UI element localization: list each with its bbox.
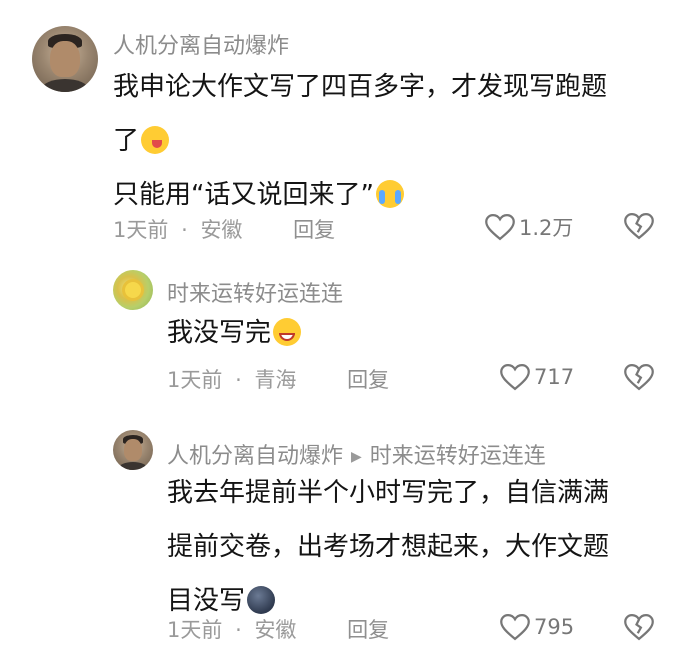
meta-separator: · xyxy=(235,368,242,392)
reply-comment-item: 人机分离自动爆炸 ▶ 时来运转好运连连 我去年提前半个小时写完了，自信满满 提前交卷… xyxy=(0,410,690,651)
heart-outline-icon xyxy=(500,363,530,391)
comment-location: 安徽 xyxy=(254,618,297,642)
comment-text-line: 我申论大作文写了四百多字，才发现写跑题 xyxy=(113,72,608,102)
triangle-right-icon: ▶ xyxy=(351,449,362,465)
wink-tongue-emoji xyxy=(141,126,170,154)
dark-moon-emoji xyxy=(247,586,276,614)
heart-outline-icon xyxy=(500,613,530,641)
reply-button[interactable]: 回复 xyxy=(347,618,389,642)
comment-text: 我没写完 xyxy=(167,306,667,360)
comment-item: 人机分离自动爆炸 我申论大作文写了四百多字，才发现写跑题 了 只能用“话又说回来… xyxy=(0,0,690,250)
comment-text-line: 我去年提前半个小时写完了，自信满满 xyxy=(167,478,610,508)
comment-text-fragment: 了 xyxy=(113,126,140,156)
like-button[interactable]: 795 xyxy=(500,613,574,641)
like-count: 717 xyxy=(534,365,575,389)
meta-separator: · xyxy=(181,218,188,242)
comment-location: 青海 xyxy=(254,368,297,392)
broken-heart-icon xyxy=(624,363,654,391)
comment-text-line: 我没写完 xyxy=(167,306,667,360)
comment-text-fragment: 只能用“话又说回来了” xyxy=(113,180,374,210)
comment-text: 我申论大作文写了四百多字，才发现写跑题 了 只能用“话又说回来了” xyxy=(113,60,673,222)
comment-meta: 1天前 · 青海 回复 xyxy=(167,364,389,394)
comment-text-line: 提前交卷，出考场才想起来，大作文题 xyxy=(167,532,610,562)
meta-separator: · xyxy=(235,618,242,642)
dislike-button[interactable] xyxy=(624,212,654,244)
broken-heart-icon xyxy=(624,212,654,240)
dislike-button[interactable] xyxy=(624,613,654,645)
avatar[interactable] xyxy=(32,26,98,92)
like-button[interactable]: 1.2万 xyxy=(485,212,573,242)
crying-emoji xyxy=(375,180,404,208)
like-count: 1.2万 xyxy=(519,216,574,240)
heart-outline-icon xyxy=(485,213,515,241)
comment-meta: 1天前 · 安徽 回复 xyxy=(167,614,389,644)
comment-time: 1天前 xyxy=(167,618,223,642)
reply-button[interactable]: 回复 xyxy=(347,368,389,392)
comment-text-line: 了 xyxy=(113,114,673,168)
comment-username[interactable]: 时来运转好运连连 xyxy=(167,276,343,308)
comment-meta: 1天前 · 安徽 回复 xyxy=(113,214,335,244)
comment-username[interactable]: 人机分离自动爆炸 xyxy=(113,28,289,60)
comment-location: 安徽 xyxy=(200,218,243,242)
comment-text-fragment: 目没写 xyxy=(167,586,246,616)
comment-time: 1天前 xyxy=(167,368,223,392)
like-count: 795 xyxy=(534,615,575,639)
sweat-smile-emoji xyxy=(273,318,302,346)
avatar[interactable] xyxy=(113,430,153,470)
reply-comment-item: 时来运转好运连连 我没写完 1天前 · 青海 回复 717 xyxy=(0,250,690,410)
reply-button[interactable]: 回复 xyxy=(293,218,335,242)
comment-text-fragment: 我没写完 xyxy=(167,318,272,348)
dislike-button[interactable] xyxy=(624,363,654,395)
comment-text: 我去年提前半个小时写完了，自信满满 提前交卷，出考场才想起来，大作文题 目没写 xyxy=(167,466,677,628)
like-button[interactable]: 717 xyxy=(500,363,574,391)
comment-time: 1天前 xyxy=(113,218,169,242)
broken-heart-icon xyxy=(624,613,654,641)
avatar[interactable] xyxy=(113,270,153,310)
